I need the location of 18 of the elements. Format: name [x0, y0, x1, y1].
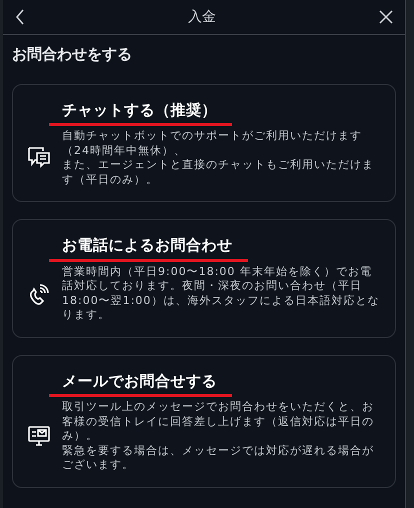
option-title: お電話によるお問合わせ	[62, 235, 232, 256]
window-title: 入金	[188, 8, 216, 26]
computer-mail-icon	[27, 424, 51, 448]
close-icon[interactable]	[379, 10, 393, 24]
option-title: チャットする（推奨）	[62, 100, 217, 120]
option-card[interactable]: メールでお問合せする 取引ツール上のメッセージでお問合わせをいただくと、お客様の受信トレイに回答差し上げます（返信対応は平日のみ）。 緊急を要する場合は、メッセージでは対応が遅れる場合がございます。	[12, 354, 396, 488]
section-heading: お問合わせをする	[12, 44, 133, 65]
option-card[interactable]: チャットする（推奨） 自動チャットボットでのサポートがご利用いただけます（24時間年中無休）、 また、エージェントと直接のチャットもご利用いただけます（平日のみ）。	[12, 84, 396, 202]
option-card[interactable]: お電話によるお問合わせ 営業時間内（平日9:00〜18:00 年末年始を除く）でお電話対応しております。夜間・深夜のお問い合わせ（平日18:00〜翌1:00）は、海外スタッフによる日本語対応となります。	[12, 219, 396, 338]
option-title: メールでお問合せする	[62, 370, 217, 392]
option-description: 営業時間内（平日9:00〜18:00 年末年始を除く）でお電話対応しております。夜間・深夜のお問い合わせ（平日18:00〜翌1:00）は、海外スタッフによる日本語対応となります。	[62, 264, 380, 322]
back-icon[interactable]	[15, 9, 25, 25]
option-description: また、エージェントと直接のチャットもご利用いただけます（平日のみ）。	[62, 158, 375, 187]
chat-icon	[27, 146, 51, 170]
option-description: 取引ツール上のメッセージでお問合わせをいただくと、お客様の受信トレイに回答差し上げます（返信対応は平日のみ）。	[62, 400, 375, 444]
option-description: 自動チャットボットでのサポートがご利用いただけます（24時間年中無休）、	[62, 129, 363, 158]
option-description: 緊急を要する場合は、メッセージでは対応が遅れる場合がございます。	[62, 444, 375, 472]
phone-icon	[27, 282, 51, 306]
